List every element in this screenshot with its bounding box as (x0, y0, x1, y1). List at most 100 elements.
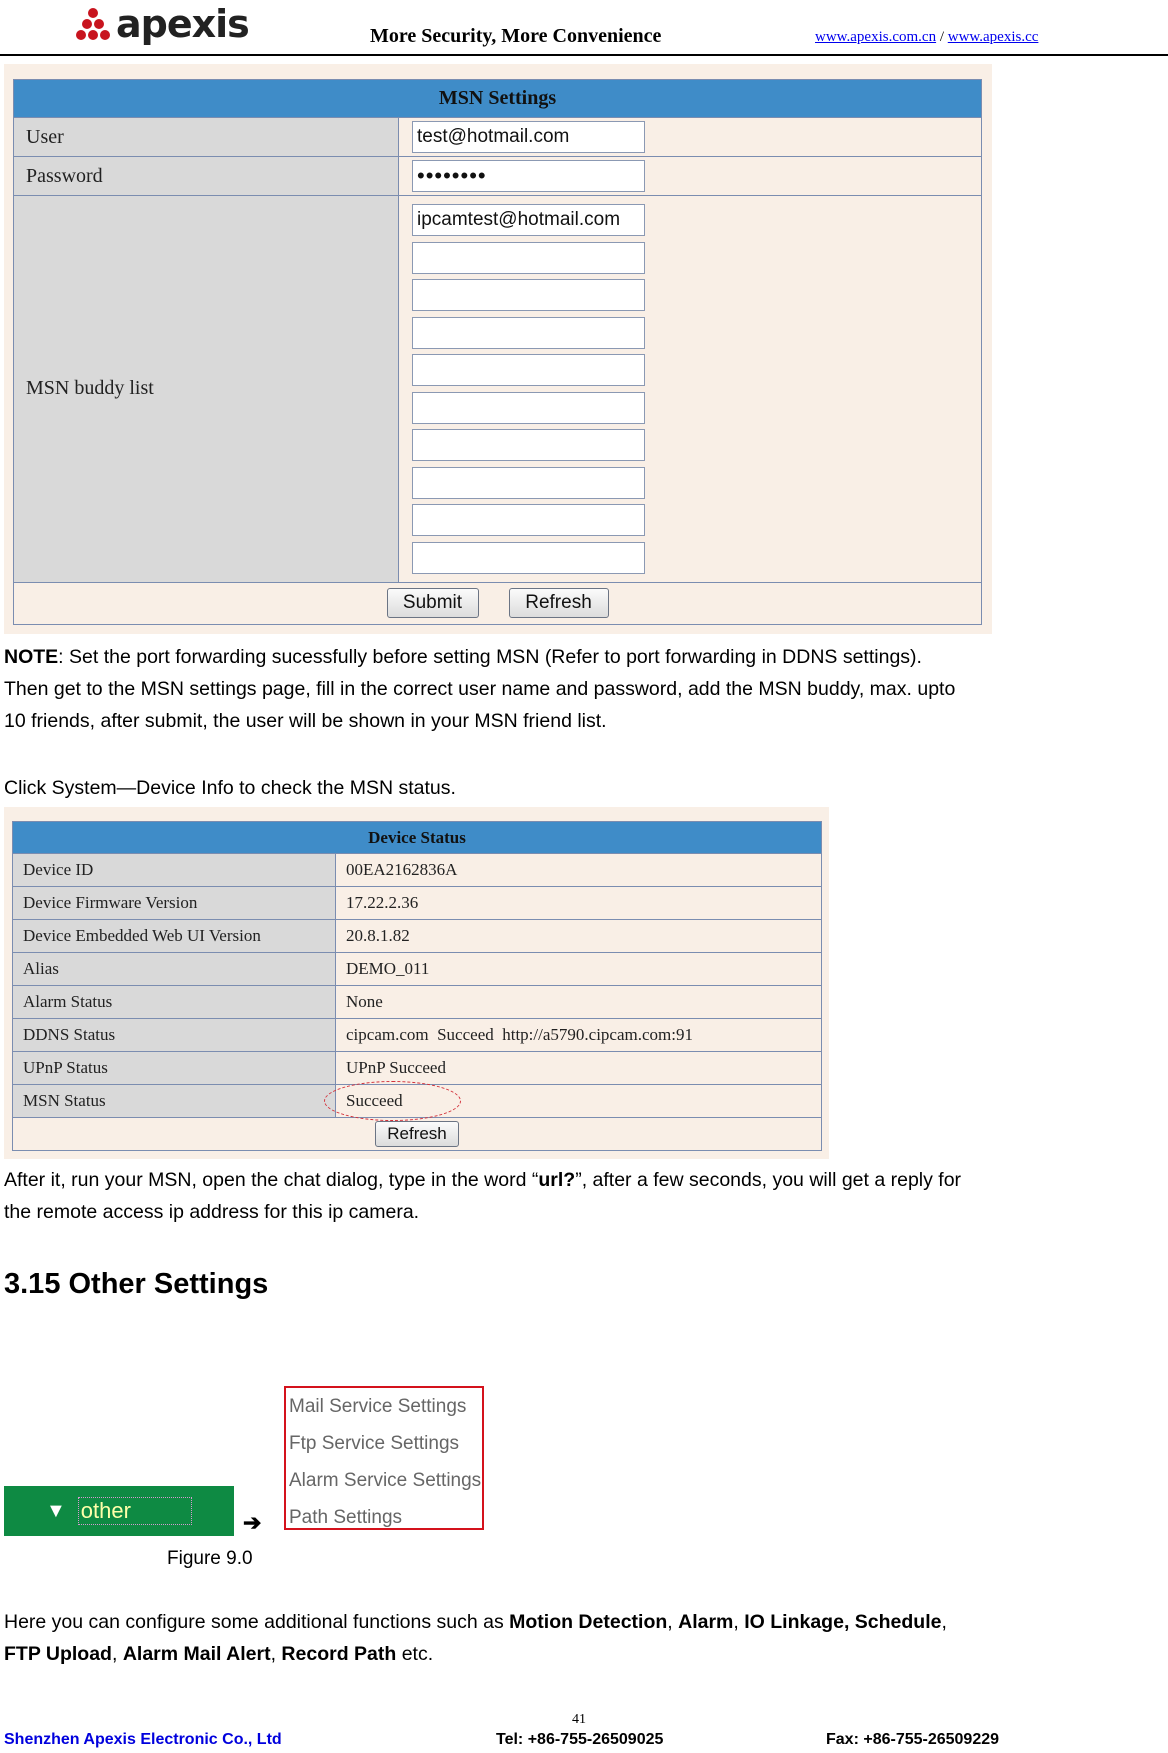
desc-sep: , (270, 1643, 282, 1665)
status-value: None (346, 992, 383, 1011)
note-line: : Set the port forwarding sucessfully be… (58, 646, 922, 668)
status-row: Alias DEMO_011 (13, 953, 821, 986)
msn-settings-title: MSN Settings (14, 80, 981, 118)
user-label: User (14, 118, 399, 156)
note-label: NOTE (4, 646, 59, 668)
buddy-input[interactable] (412, 316, 645, 349)
note-line: 10 friends, after submit, the user will … (4, 710, 607, 732)
after-paragraph: After it, run your MSN, open the chat di… (4, 1164, 1168, 1228)
buddy-list-inputs: ipcamtest@hotmail.com (412, 196, 645, 582)
buddy-input[interactable] (412, 504, 645, 536)
msn-settings-table: MSN Settings User test@hotmail.com Passw… (13, 79, 982, 625)
status-label: MSN Status (13, 1085, 336, 1117)
buddy-input[interactable] (412, 241, 645, 274)
footer-company: Shenzhen Apexis Electronic Co., Ltd (4, 1731, 282, 1748)
buddy-input[interactable] (412, 279, 645, 311)
submenu-path-settings[interactable]: Path Settings (286, 1499, 482, 1536)
note-paragraph: NOTE: Set the port forwarding sucessfull… (4, 641, 1168, 737)
buddy-input[interactable] (412, 466, 645, 499)
status-label: Alias (13, 953, 336, 985)
submenu-ftp-service[interactable]: Ftp Service Settings (286, 1425, 482, 1462)
buddy-input[interactable] (412, 391, 645, 424)
status-label: DDNS Status (13, 1019, 336, 1051)
buddy-input[interactable] (412, 354, 645, 386)
status-row: DDNS Status cipcam.com Succeed http://a57… (13, 1019, 821, 1052)
buddy-list-row: MSN buddy list ipcamtest@hotmail.com (14, 196, 981, 583)
header-tagline: More Security, More Convenience (370, 25, 662, 47)
feature-alarm-mail: Alarm Mail Alert (122, 1643, 271, 1665)
link-separator: / (936, 29, 948, 45)
password-label: Password (14, 157, 399, 195)
buddy-list-label: MSN buddy list (14, 196, 399, 582)
device-refresh-button[interactable]: Refresh (375, 1121, 459, 1147)
password-input[interactable]: •••••••• (412, 160, 645, 192)
highlight-circle (324, 1081, 461, 1121)
status-row: Device ID 00EA2162836A (13, 854, 821, 887)
other-menu-item[interactable]: ▼ other (4, 1486, 234, 1536)
submenu-alarm-service[interactable]: Alarm Service Settings (286, 1462, 482, 1499)
desc-text: etc. (396, 1643, 434, 1665)
user-input[interactable]: test@hotmail.com (412, 121, 645, 153)
desc-sep: , (111, 1643, 123, 1665)
msn-button-row: Submit Refresh (14, 583, 981, 624)
status-row: Device Firmware Version 17.22.2.36 (13, 887, 821, 920)
buddy-input[interactable] (412, 429, 645, 461)
desc-sep: , (733, 1611, 745, 1633)
feature-motion-detection: Motion Detection (509, 1611, 668, 1633)
triangle-down-icon: ▼ (46, 1499, 66, 1522)
status-label: Device ID (13, 854, 336, 886)
logo-dots-icon (72, 6, 114, 42)
click-instruction: Click System—Device Info to check the MS… (4, 777, 456, 799)
after-text: After it, run your MSN, open the chat di… (4, 1169, 539, 1191)
other-menu-label: other (77, 1497, 192, 1525)
device-button-row: Refresh (13, 1118, 821, 1150)
other-submenu: Mail Service Settings Ftp Service Settin… (284, 1386, 484, 1530)
user-row: User test@hotmail.com (14, 118, 981, 157)
refresh-button[interactable]: Refresh (508, 588, 609, 618)
status-value: 00EA2162836A (346, 860, 458, 879)
buddy-input[interactable]: ipcamtest@hotmail.com (412, 204, 645, 236)
msn-status-cell: Succeed (324, 1081, 461, 1121)
msn-settings-screenshot: MSN Settings User test@hotmail.com Passw… (4, 64, 992, 634)
footer-fax: Fax: +86-755-26509229 (826, 1731, 1000, 1748)
buddy-input[interactable] (412, 541, 645, 574)
link-apexis-cc[interactable]: www.apexis.cc (948, 29, 1039, 45)
apexis-logo: apexis (72, 2, 250, 46)
desc-sep: , (941, 1611, 947, 1633)
device-status-title: Device Status (13, 822, 821, 854)
section-title: 3.15 Other Settings (4, 1268, 269, 1300)
figure-caption: Figure 9.0 (167, 1548, 253, 1569)
arrow-right-icon: ➔ (243, 1510, 262, 1535)
status-label: Alarm Status (13, 986, 336, 1018)
after-text: ”, after a few seconds, you will get a r… (575, 1169, 962, 1191)
status-value: cipcam.com Succeed http://a5790.cipcam.c… (346, 1025, 693, 1044)
page-header: apexis More Security, More Convenience w… (0, 0, 1168, 56)
desc-text: Here you can configure some additional f… (4, 1611, 510, 1633)
url-keyword: url? (538, 1169, 576, 1191)
status-label: Device Firmware Version (13, 887, 336, 919)
desc-sep: , (667, 1611, 679, 1633)
feature-io-linkage-schedule: IO Linkage, Schedule (744, 1611, 942, 1633)
header-links: www.apexis.com.cn / www.apexis.cc (815, 29, 1038, 46)
submenu-mail-service[interactable]: Mail Service Settings (286, 1388, 482, 1425)
password-row: Password •••••••• (14, 157, 981, 196)
msn-status-row: MSN Status Succeed (13, 1081, 821, 1121)
note-line: Then get to the MSN settings page, fill … (4, 678, 956, 700)
logo-text: apexis (116, 2, 250, 46)
status-label: Device Embedded Web UI Version (13, 920, 336, 952)
after-text: the remote access ip address for this ip… (4, 1201, 420, 1223)
status-value: 20.8.1.82 (346, 926, 410, 945)
page-number: 41 (572, 1712, 586, 1727)
device-status-screenshot: Device Status Device ID 00EA2162836A Devi… (4, 807, 829, 1159)
status-row: Device Embedded Web UI Version 20.8.1.82 (13, 920, 821, 953)
status-value: UPnP Succeed (346, 1058, 446, 1077)
device-status-table: Device Status Device ID 00EA2162836A Devi… (12, 821, 822, 1151)
link-apexis-cn[interactable]: www.apexis.com.cn (815, 29, 936, 45)
submit-button[interactable]: Submit (386, 588, 479, 618)
description-paragraph: Here you can configure some additional f… (4, 1606, 1168, 1670)
footer-tel: Tel: +86-755-26509025 (496, 1731, 664, 1748)
feature-ftp-upload: FTP Upload (4, 1643, 112, 1665)
status-value: DEMO_011 (346, 959, 430, 978)
status-label: UPnP Status (13, 1052, 336, 1084)
feature-record-path: Record Path (281, 1643, 397, 1665)
